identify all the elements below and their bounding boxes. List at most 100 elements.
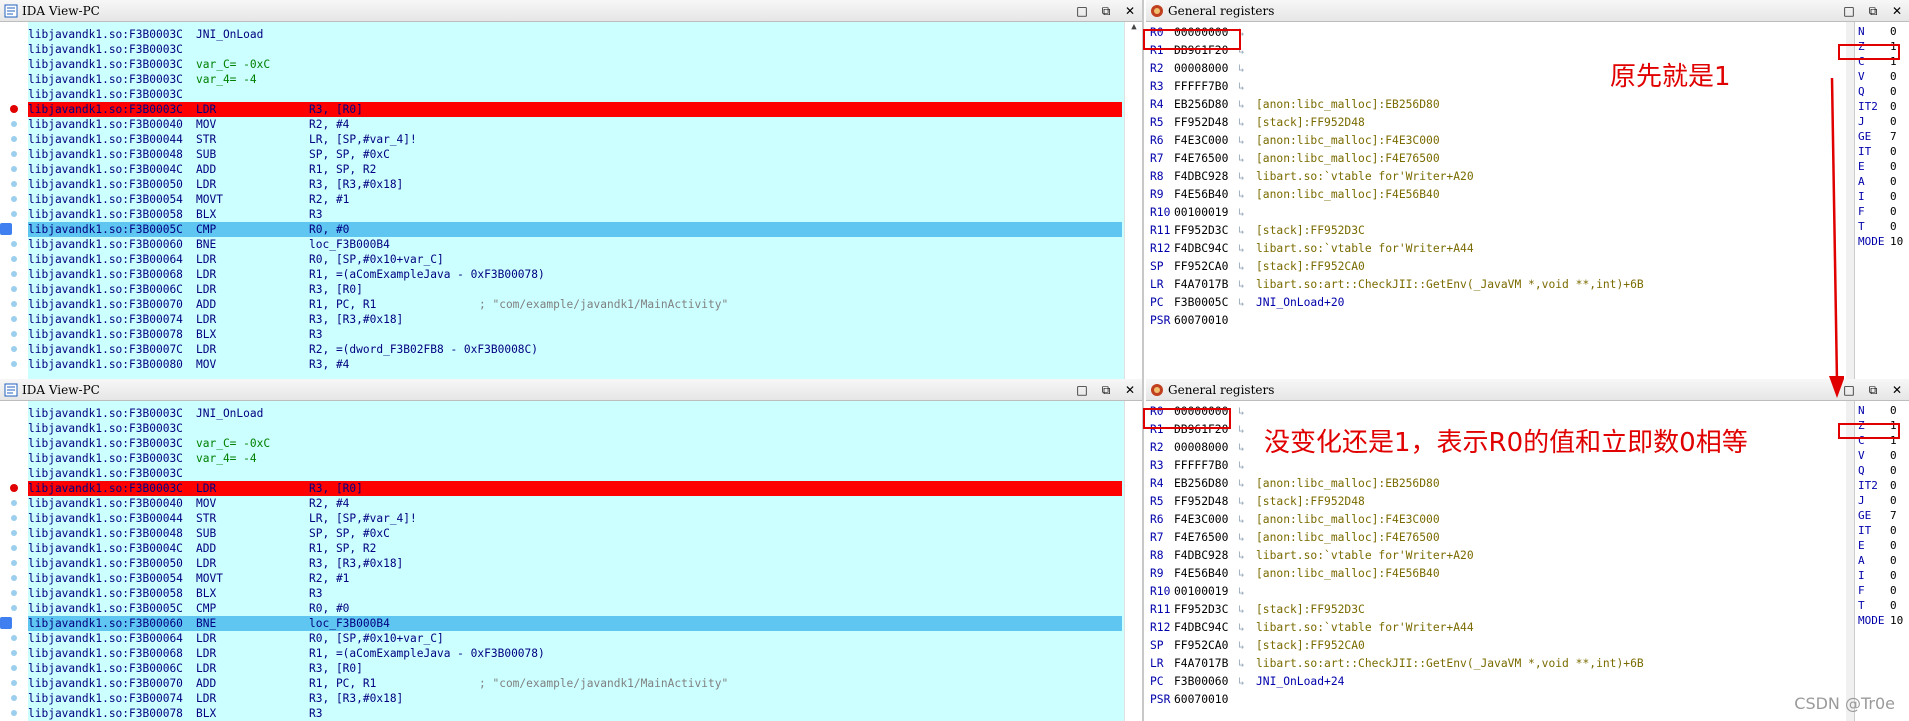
line-marker-icon[interactable] bbox=[11, 560, 17, 566]
code-line[interactable]: libjavandk1.so:F3B00064 LDR R0, [SP,#0x10+… bbox=[28, 252, 1122, 267]
close-icon[interactable]: ✕ bbox=[1122, 3, 1138, 19]
flag-row[interactable]: J0 bbox=[1858, 493, 1897, 508]
line-marker-icon[interactable] bbox=[11, 530, 17, 536]
code-line[interactable]: libjavandk1.so:F3B0006C LDR R3, [R0] bbox=[28, 282, 1122, 297]
register-row[interactable]: SP FF952CA0 ↳ [stack]:FF952CA0 bbox=[1150, 637, 1365, 655]
register-value[interactable]: 00100019 bbox=[1174, 583, 1238, 601]
jump-arrow-icon[interactable]: ↳ bbox=[1238, 439, 1256, 457]
ida-view-titlebar[interactable]: IDA View-PC □ ⧉ ✕ bbox=[0, 0, 1142, 22]
line-marker-icon[interactable] bbox=[11, 331, 17, 337]
register-value[interactable]: F4E3C000 bbox=[1174, 132, 1238, 150]
code-line[interactable]: libjavandk1.so:F3B0003C var_4= -4 bbox=[28, 451, 1122, 466]
jump-arrow-icon[interactable]: ↳ bbox=[1238, 547, 1256, 565]
flag-value[interactable]: 0 bbox=[1890, 524, 1897, 537]
code-line[interactable]: libjavandk1.so:F3B0003C LDR R3, [R0] bbox=[28, 102, 1122, 117]
disassembly-view[interactable]: libjavandk1.so:F3B0003C JNI_OnLoad libjava… bbox=[0, 22, 1142, 379]
register-value[interactable]: EB256D80 bbox=[1174, 96, 1238, 114]
flag-row[interactable]: IT 0 bbox=[1858, 523, 1897, 538]
flag-row[interactable]: N0 bbox=[1858, 24, 1897, 39]
code-line[interactable]: libjavandk1.so:F3B00058 BLX R3 bbox=[28, 207, 1122, 222]
vertical-scrollbar[interactable] bbox=[1124, 401, 1142, 721]
code-line[interactable]: libjavandk1.so:F3B00040 MOV R2, #4 bbox=[28, 496, 1122, 511]
flag-row[interactable]: V0 bbox=[1858, 448, 1897, 463]
flag-value[interactable]: 0 bbox=[1890, 554, 1897, 567]
code-line[interactable]: libjavandk1.so:F3B00048 SUB SP, SP, #0xC bbox=[28, 147, 1122, 162]
disassembly-listing[interactable]: libjavandk1.so:F3B0003C JNI_OnLoad libjava… bbox=[28, 406, 1122, 721]
flag-value[interactable]: 0 bbox=[1890, 160, 1897, 173]
jump-arrow-icon[interactable]: ↳ bbox=[1238, 655, 1256, 673]
register-row[interactable]: PC F3B00060 ↳ JNI_OnLoad+24 bbox=[1150, 673, 1344, 691]
flags-list[interactable]: N 0 Z 1 C 1 V 0 Q 0 IT2 0 J 0 GE 7 IT 0 E 0 A 0 I 0 F 0 T 0 MODE 10 bbox=[1854, 22, 1909, 379]
line-marker-icon[interactable] bbox=[11, 695, 17, 701]
code-line[interactable]: libjavandk1.so:F3B00074 LDR R3, [R3,#0x18] bbox=[28, 691, 1122, 706]
line-marker-icon[interactable] bbox=[11, 151, 17, 157]
flag-row[interactable]: MODE 10 bbox=[1858, 234, 1903, 249]
flag-row[interactable]: I0 bbox=[1858, 189, 1897, 204]
line-marker-icon[interactable] bbox=[11, 605, 17, 611]
register-row[interactable]: R7 F4E76500 ↳ [anon:libc_malloc]:F4E76500 bbox=[1150, 529, 1440, 547]
code-line[interactable]: libjavandk1.so:F3B0003C JNI_OnLoad bbox=[28, 27, 1122, 42]
code-line[interactable]: libjavandk1.so:F3B0003C bbox=[28, 87, 1122, 102]
breakpoint-gutter[interactable] bbox=[0, 401, 28, 721]
register-row[interactable]: R12 F4DBC94C ↳ libart.so:`vtable for'Writer… bbox=[1150, 240, 1474, 258]
flag-value[interactable]: 7 bbox=[1890, 509, 1897, 522]
code-line[interactable]: libjavandk1.so:F3B0003C bbox=[28, 466, 1122, 481]
line-marker-icon[interactable] bbox=[11, 635, 17, 641]
code-line[interactable]: libjavandk1.so:F3B00064 LDR R0, [SP,#0x10+… bbox=[28, 631, 1122, 646]
flag-row[interactable]: IT2 0 bbox=[1858, 478, 1897, 493]
register-row[interactable]: LR F4A7017B ↳ libart.so:art::CheckJII::GetE… bbox=[1150, 276, 1644, 294]
register-row[interactable]: PSR 60070010 bbox=[1150, 312, 1238, 330]
flag-row[interactable]: F0 bbox=[1858, 583, 1897, 598]
code-line[interactable]: libjavandk1.so:F3B0003C LDR R3, [R0] bbox=[28, 481, 1122, 496]
jump-arrow-icon[interactable]: ↳ bbox=[1238, 601, 1256, 619]
register-row[interactable]: SP FF952CA0 ↳ [stack]:FF952CA0 bbox=[1150, 258, 1365, 276]
flag-row[interactable]: I0 bbox=[1858, 568, 1897, 583]
register-value[interactable]: 00100019 bbox=[1174, 204, 1238, 222]
code-line[interactable]: libjavandk1.so:F3B00048 SUB SP, SP, #0xC bbox=[28, 526, 1122, 541]
line-marker-icon[interactable] bbox=[11, 665, 17, 671]
jump-arrow-icon[interactable]: ↳ bbox=[1238, 132, 1256, 150]
flag-row[interactable]: V0 bbox=[1858, 69, 1897, 84]
flag-value[interactable]: 0 bbox=[1890, 100, 1897, 113]
register-row[interactable]: R9 F4E56B40 ↳ [anon:libc_malloc]:F4E56B40 bbox=[1150, 186, 1440, 204]
line-marker-icon[interactable] bbox=[11, 136, 17, 142]
jump-arrow-icon[interactable]: ↳ bbox=[1238, 583, 1256, 601]
jump-arrow-icon[interactable]: ↳ bbox=[1238, 529, 1256, 547]
register-value[interactable]: FF952D48 bbox=[1174, 493, 1238, 511]
close-icon[interactable]: ✕ bbox=[1889, 382, 1905, 398]
flag-value[interactable]: 10 bbox=[1890, 235, 1903, 248]
jump-arrow-icon[interactable]: ↳ bbox=[1238, 403, 1256, 421]
code-line[interactable]: libjavandk1.so:F3B0003C bbox=[28, 42, 1122, 57]
register-row[interactable]: R2 00008000 ↳ bbox=[1150, 439, 1256, 457]
minimize-icon[interactable]: □ bbox=[1841, 3, 1857, 19]
register-value[interactable]: FF952CA0 bbox=[1174, 637, 1238, 655]
register-row[interactable]: R3 FFFFF7B0 ↳ bbox=[1150, 78, 1256, 96]
register-value[interactable]: 00008000 bbox=[1174, 60, 1238, 78]
jump-arrow-icon[interactable]: ↳ bbox=[1238, 240, 1256, 258]
line-marker-icon[interactable] bbox=[11, 590, 17, 596]
register-value[interactable]: 00008000 bbox=[1174, 439, 1238, 457]
breakpoint-icon[interactable] bbox=[10, 105, 18, 113]
register-value[interactable]: F4DBC928 bbox=[1174, 547, 1238, 565]
flag-value[interactable]: 0 bbox=[1890, 85, 1897, 98]
line-marker-icon[interactable] bbox=[11, 121, 17, 127]
jump-arrow-icon[interactable]: ↳ bbox=[1238, 78, 1256, 96]
code-line[interactable]: libjavandk1.so:F3B00074 LDR R3, [R3,#0x18] bbox=[28, 312, 1122, 327]
register-row[interactable]: R6 F4E3C000 ↳ [anon:libc_malloc]:F4E3C000 bbox=[1150, 132, 1440, 150]
jump-arrow-icon[interactable]: ↳ bbox=[1238, 150, 1256, 168]
restore-icon[interactable]: ⧉ bbox=[1098, 382, 1114, 398]
restore-icon[interactable]: ⧉ bbox=[1865, 3, 1881, 19]
jump-arrow-icon[interactable]: ↳ bbox=[1238, 204, 1256, 222]
jump-arrow-icon[interactable]: ↳ bbox=[1238, 258, 1256, 276]
jump-arrow-icon[interactable]: ↳ bbox=[1238, 637, 1256, 655]
flags-splitter[interactable] bbox=[1846, 401, 1854, 721]
register-row[interactable]: R3 FFFFF7B0 ↳ bbox=[1150, 457, 1256, 475]
line-marker-icon[interactable] bbox=[11, 196, 17, 202]
jump-arrow-icon[interactable]: ↳ bbox=[1238, 511, 1256, 529]
flag-value[interactable]: 0 bbox=[1890, 145, 1897, 158]
breakpoint-gutter[interactable] bbox=[0, 22, 28, 379]
register-row[interactable]: R5 FF952D48 ↳ [stack]:FF952D48 bbox=[1150, 114, 1365, 132]
disassembly-view[interactable]: libjavandk1.so:F3B0003C JNI_OnLoad libjava… bbox=[0, 401, 1142, 721]
register-row[interactable]: R10 00100019 ↳ bbox=[1150, 583, 1256, 601]
flag-row[interactable]: J0 bbox=[1858, 114, 1897, 129]
